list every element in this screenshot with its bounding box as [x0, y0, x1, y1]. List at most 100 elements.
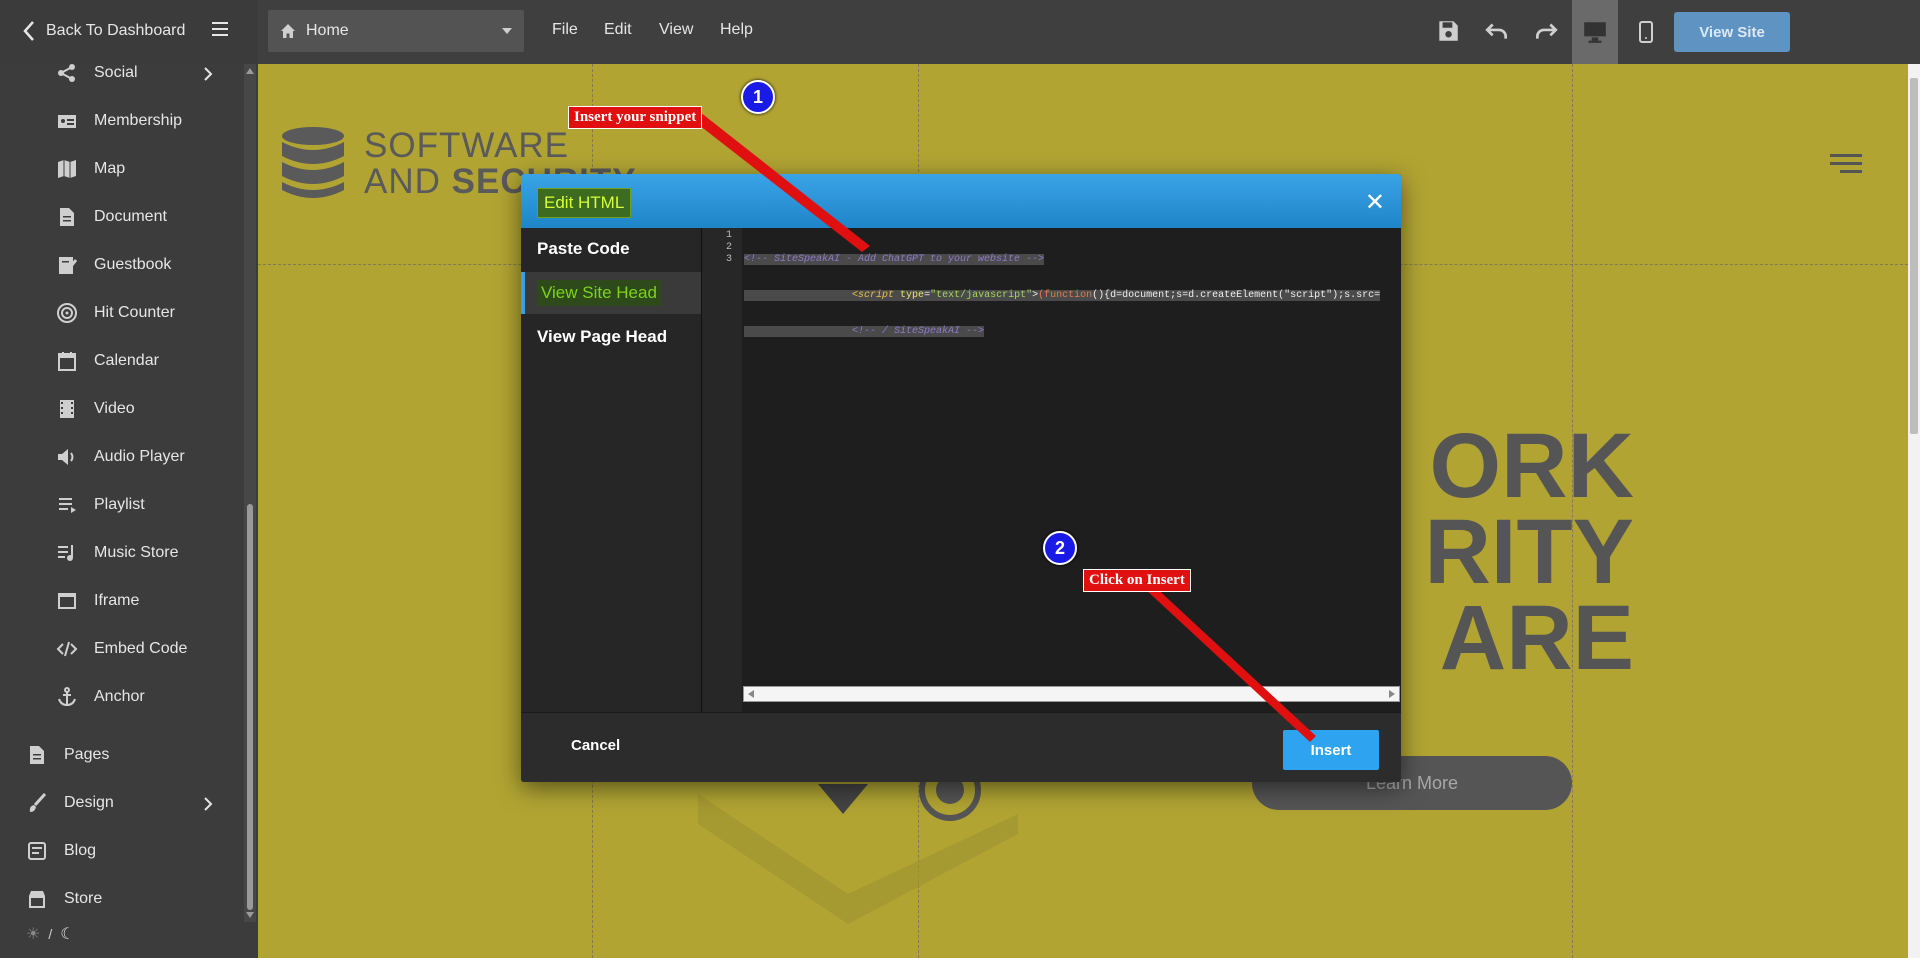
- step-1-marker: 1: [741, 80, 775, 114]
- sidebar-item-video[interactable]: Video: [56, 398, 135, 420]
- database-icon: [282, 127, 344, 198]
- close-icon[interactable]: ✕: [1365, 188, 1385, 217]
- view-site-button[interactable]: View Site: [1674, 12, 1790, 52]
- brush-icon: [29, 792, 47, 812]
- hamburger-menu-icon[interactable]: [212, 22, 230, 38]
- sidebar-item-map[interactable]: Map: [56, 158, 125, 180]
- theme-separator: /: [48, 926, 53, 942]
- sidebar-item-music-store[interactable]: Music Store: [56, 542, 178, 564]
- code-line-1: <!-- SiteSpeakAI - Add ChatGPT to your w…: [744, 254, 1045, 265]
- playlist-icon: [59, 498, 76, 513]
- code-fn: (function: [1038, 290, 1093, 301]
- sidebar-item-hit-counter[interactable]: Hit Counter: [56, 302, 175, 324]
- code-content[interactable]: <!-- SiteSpeakAI - Add ChatGPT to your w…: [744, 230, 1394, 362]
- document-icon: [60, 208, 74, 226]
- menu-view[interactable]: View: [659, 21, 693, 39]
- chevron-left-icon: [23, 21, 34, 41]
- undo-icon[interactable]: [1480, 14, 1514, 48]
- page-selector[interactable]: Home: [268, 10, 524, 52]
- menu-help[interactable]: Help: [720, 21, 753, 39]
- editor-horizontal-scrollbar[interactable]: [743, 686, 1400, 702]
- sun-icon[interactable]: ☀: [26, 924, 40, 944]
- sidebar-item-label: Anchor: [94, 688, 145, 705]
- sidebar-scrollbar[interactable]: [244, 64, 256, 922]
- tab-label: View Site Head: [537, 280, 661, 306]
- sidebar-item-label: Calendar: [94, 352, 159, 369]
- insert-button[interactable]: Insert: [1283, 730, 1379, 770]
- code-editor[interactable]: 1 2 3 <!-- SiteSpeakAI - Add ChatGPT to …: [701, 228, 1401, 712]
- sidebar-item-label: Iframe: [94, 592, 140, 609]
- sidebar-item-calendar[interactable]: Calendar: [56, 350, 159, 372]
- code-tag: <script: [852, 290, 895, 301]
- sidebar-item-iframe[interactable]: Iframe: [56, 590, 139, 612]
- iframe-icon: [58, 593, 76, 609]
- sidebar-item-label: Pages: [64, 746, 110, 763]
- sidebar-item-audio-player[interactable]: Audio Player: [56, 446, 185, 468]
- code-rest: (){d=document;s=d.createElement("script"…: [1092, 290, 1381, 301]
- tab-label: Paste Code: [537, 239, 630, 258]
- tab-view-site-head[interactable]: View Site Head: [521, 272, 701, 314]
- id-card-icon: [58, 115, 76, 128]
- sidebar-item-pages[interactable]: Pages: [26, 744, 109, 766]
- save-icon[interactable]: [1431, 14, 1465, 48]
- target-icon: [57, 303, 77, 323]
- menu-file[interactable]: File: [552, 21, 578, 39]
- speaker-icon: [58, 449, 74, 465]
- sidebar-item-playlist[interactable]: Playlist: [56, 494, 145, 516]
- canvas-scrollbar[interactable]: [1908, 64, 1920, 958]
- edit-html-dialog: Edit HTML ✕ Paste Code View Site Head Vi…: [521, 174, 1401, 782]
- sidebar-item-blog[interactable]: Blog: [26, 840, 96, 862]
- sidebar-item-label: Video: [94, 400, 135, 417]
- page-selector-value: Home: [306, 22, 349, 39]
- top-toolbar: Back To Dashboard Home File Edit View He…: [0, 0, 1920, 64]
- film-icon: [60, 400, 74, 418]
- desktop-view-icon[interactable]: [1572, 0, 1618, 64]
- menu-edit[interactable]: Edit: [604, 21, 632, 39]
- guestbook-icon: [59, 257, 78, 274]
- scroll-right-icon[interactable]: [1389, 690, 1395, 698]
- sidebar-item-anchor[interactable]: Anchor: [56, 686, 145, 708]
- code-attr: type: [894, 290, 925, 301]
- mobile-view-icon[interactable]: [1626, 0, 1666, 64]
- code-str: "text/javascript": [930, 290, 1033, 301]
- step-1-label: Insert your snippet: [568, 106, 703, 129]
- code-line-3: <!-- / SiteSpeakAI -->: [852, 326, 985, 337]
- tab-view-page-head[interactable]: View Page Head: [521, 316, 701, 358]
- hero-line-1: ORK: [1429, 415, 1634, 517]
- dialog-title: Edit HTML: [537, 188, 632, 218]
- moon-icon[interactable]: ☾: [60, 924, 74, 944]
- line-number: 3: [725, 254, 732, 265]
- sidebar-item-embed-code[interactable]: Embed Code: [56, 638, 187, 660]
- sidebar-item-social[interactable]: Social: [56, 62, 138, 84]
- sidebar-item-label: Membership: [94, 112, 183, 129]
- redo-icon[interactable]: [1529, 14, 1563, 48]
- step-2-marker: 2: [1043, 531, 1077, 565]
- sidebar-item-design[interactable]: Design: [26, 792, 114, 814]
- back-label: Back To Dashboard: [46, 22, 186, 39]
- scroll-left-icon[interactable]: [748, 690, 754, 698]
- cancel-button[interactable]: Cancel: [571, 737, 620, 754]
- calendar-icon: [58, 352, 76, 371]
- logo-line1: SOFTWARE: [364, 126, 570, 165]
- logo-line2a: AND: [364, 162, 452, 201]
- sidebar-item-label: Blog: [64, 842, 97, 859]
- sidebar-item-document[interactable]: Document: [56, 206, 167, 228]
- dialog-tabs: Paste Code View Site Head View Page Head: [521, 228, 701, 712]
- tab-paste-code[interactable]: Paste Code: [521, 228, 701, 270]
- sidebar-item-label: Map: [94, 160, 126, 177]
- back-to-dashboard-button[interactable]: Back To Dashboard: [22, 20, 185, 42]
- sidebar-item-label: Embed Code: [94, 640, 188, 657]
- dialog-header: Edit HTML ✕: [521, 174, 1401, 228]
- chevron-right-icon: [204, 67, 213, 81]
- sidebar-item-guestbook[interactable]: Guestbook: [56, 254, 171, 276]
- sidebar-item-label: Social: [94, 64, 138, 81]
- site-hamburger-icon[interactable]: [1830, 154, 1862, 176]
- tab-label: View Page Head: [537, 327, 668, 346]
- line-number: 1: [725, 230, 732, 241]
- sidebar-item-store[interactable]: Store: [26, 888, 102, 910]
- hero-line-3: ARE: [1439, 587, 1634, 689]
- theme-toggle[interactable]: ☀ / ☾: [26, 924, 75, 944]
- sidebar-item-membership[interactable]: Membership: [56, 110, 182, 132]
- top-left-panel: Back To Dashboard: [0, 0, 258, 64]
- sidebar-item-label: Guestbook: [94, 256, 172, 273]
